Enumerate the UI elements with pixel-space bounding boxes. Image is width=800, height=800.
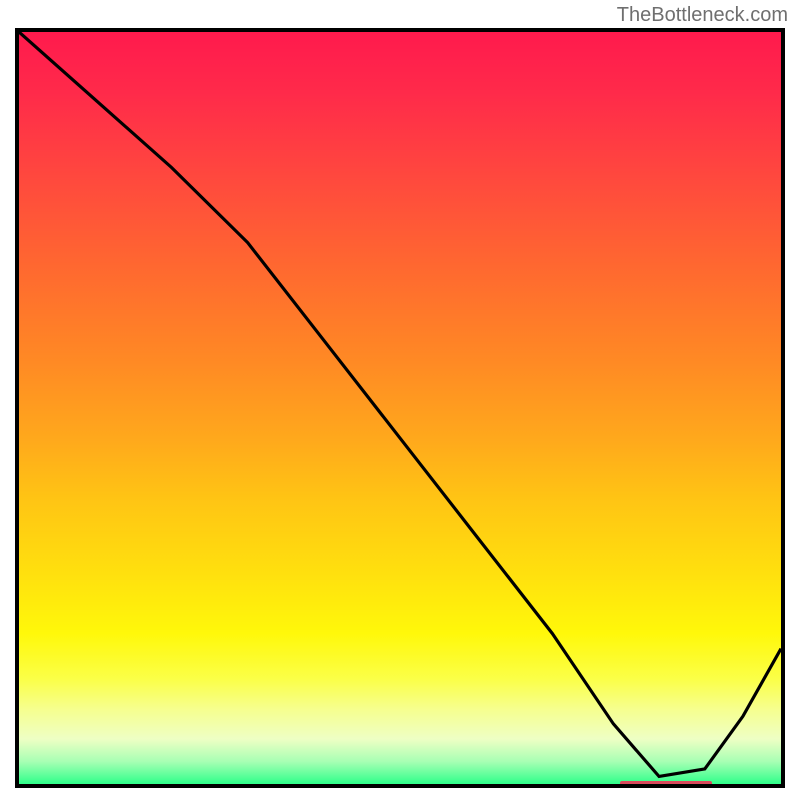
minimum-marker — [620, 781, 712, 787]
line-curve — [19, 32, 781, 784]
plot-area — [15, 28, 785, 788]
chart-container: TheBottleneck.com — [0, 0, 800, 800]
attribution-text: TheBottleneck.com — [617, 4, 788, 27]
